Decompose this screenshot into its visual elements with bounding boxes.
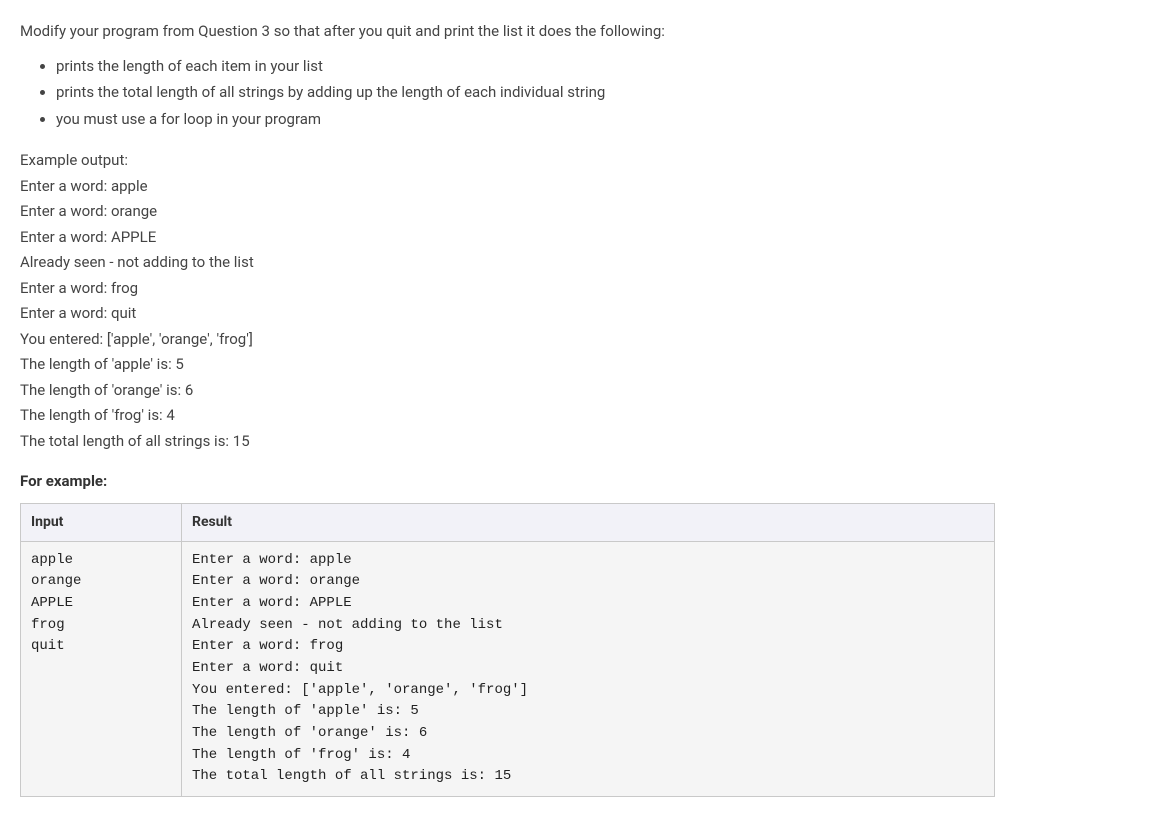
list-item: prints the total length of all strings b… [56,81,1148,104]
example-output-line: The length of 'orange' is: 6 [20,378,1148,404]
example-table: Input Result apple orange APPLE frog qui… [20,503,995,798]
example-output-line: Already seen - not adding to the list [20,250,1148,276]
example-output-block: Example output: Enter a word: apple Ente… [20,148,1148,454]
example-output-line: You entered: ['apple', 'orange', 'frog'] [20,327,1148,353]
requirements-list: prints the length of each item in your l… [20,55,1148,131]
list-item: you must use a for loop in your program [56,108,1148,131]
example-output-line: The total length of all strings is: 15 [20,429,1148,455]
example-output-label: Example output: [20,148,1148,174]
table-header-result: Result [182,503,995,541]
table-header-input: Input [21,503,182,541]
example-output-line: The length of 'apple' is: 5 [20,352,1148,378]
example-output-line: Enter a word: orange [20,199,1148,225]
example-output-line: The length of 'frog' is: 4 [20,403,1148,429]
table-cell-input: apple orange APPLE frog quit [21,541,182,797]
for-example-heading: For example: [20,470,1148,493]
list-item: prints the length of each item in your l… [56,55,1148,78]
example-output-line: Enter a word: quit [20,301,1148,327]
example-output-line: Enter a word: frog [20,276,1148,302]
example-output-line: Enter a word: APPLE [20,225,1148,251]
intro-text: Modify your program from Question 3 so t… [20,20,1148,43]
example-output-line: Enter a word: apple [20,174,1148,200]
table-row: apple orange APPLE frog quit Enter a wor… [21,541,995,797]
table-cell-result: Enter a word: apple Enter a word: orange… [182,541,995,797]
